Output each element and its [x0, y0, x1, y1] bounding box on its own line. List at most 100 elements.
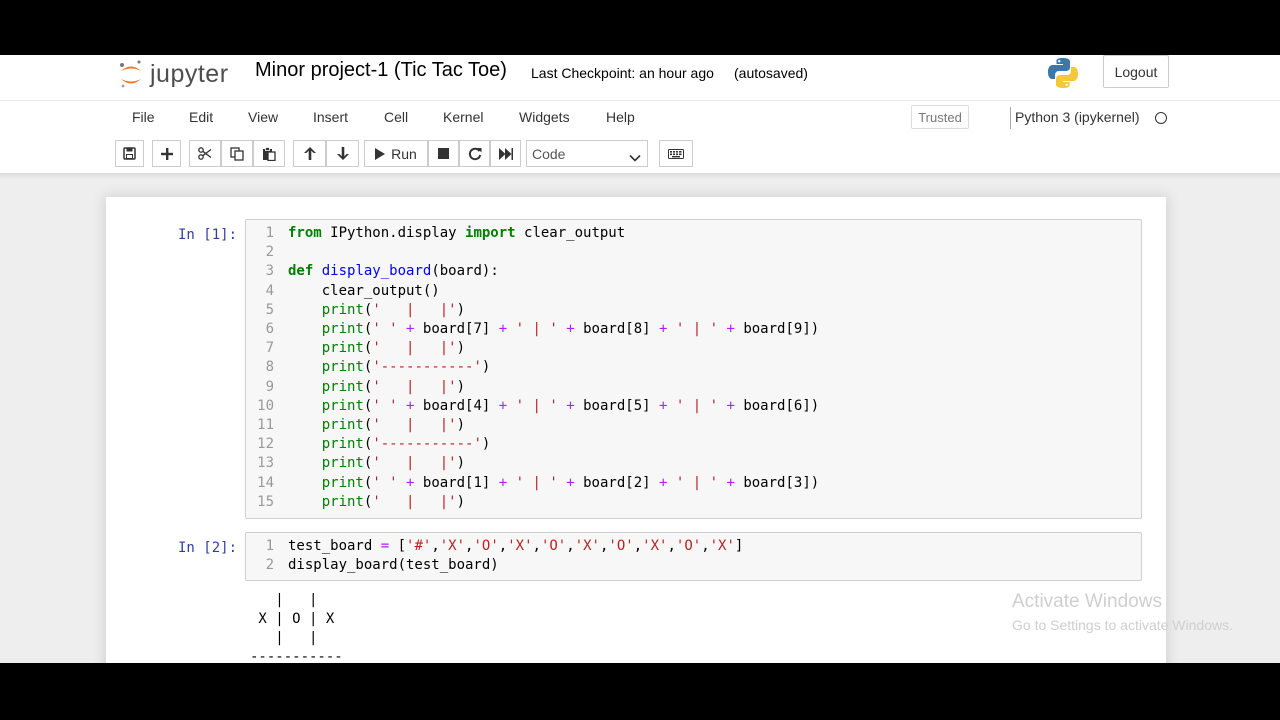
cell-1-code-input[interactable]: 1 from IPython.display import clear_outpu…	[245, 219, 1142, 519]
output-line: -----------	[250, 649, 343, 663]
code-line[interactable]: 6 print(' ' + board[7] + ' | ' + board[8…	[246, 320, 1141, 339]
code-text: print(' | |')	[321, 493, 466, 510]
line-number: 1	[265, 225, 274, 241]
menu-view[interactable]: View	[248, 109, 278, 125]
run-icon	[375, 147, 386, 160]
cell-type-select[interactable]: Code	[526, 140, 648, 167]
line-number: 13	[257, 455, 274, 472]
code-text: def display_board(board):	[288, 263, 499, 280]
menu-file[interactable]: File	[132, 109, 155, 125]
code-line[interactable]: 8 print('-----------')	[246, 358, 1141, 377]
menu-kernel[interactable]: Kernel	[443, 109, 483, 125]
code-line[interactable]: 11 print(' | |')	[246, 416, 1141, 435]
move-up-button[interactable]	[293, 140, 326, 167]
code-text: print(' | |')	[321, 301, 466, 318]
line-number: 6	[265, 321, 274, 337]
code-line[interactable]: 3 def display_board(board):	[246, 262, 1141, 281]
paste-icon	[262, 146, 276, 161]
interrupt-button[interactable]	[428, 140, 459, 167]
menubar: File Edit View Insert Cell Kernel Widget…	[0, 100, 1280, 134]
kernel-divider	[1010, 107, 1011, 129]
code-text: print(' | |')	[321, 417, 466, 433]
cell-1-prompt: In [1]:	[178, 227, 238, 243]
line-number: 2	[265, 244, 274, 261]
code-text: print('-----------')	[321, 359, 491, 376]
copy-icon	[230, 146, 244, 161]
checkpoint-status: Last Checkpoint: an hour ago	[531, 65, 714, 81]
code-line[interactable]: 1 test_board = ['#','X','O','X','O','X','…	[246, 537, 1141, 556]
code-line[interactable]: 9 print(' | |')	[246, 378, 1141, 397]
code-text: display_board(test_board)	[288, 557, 499, 574]
copy-button[interactable]	[221, 140, 253, 167]
line-number: 11	[257, 417, 274, 433]
output-line: | |	[250, 592, 318, 608]
line-number: 7	[265, 340, 274, 357]
code-text: print('-----------')	[321, 436, 491, 453]
menu-edit[interactable]: Edit	[189, 109, 213, 125]
jupyter-logo[interactable]: jupyter	[118, 57, 229, 91]
line-number: 8	[265, 359, 274, 376]
code-line[interactable]: 13 print(' | |')	[246, 454, 1141, 473]
code-line[interactable]: 7 print(' | |')	[246, 339, 1141, 358]
cut-icon	[198, 147, 212, 160]
activate-windows-subtitle: Go to Settings to activate Windows.	[1012, 617, 1233, 633]
menu-cell[interactable]: Cell	[384, 109, 408, 125]
code-text: from IPython.display import clear_output	[288, 225, 626, 241]
kernel-name[interactable]: Python 3 (ipykernel)	[1015, 109, 1140, 125]
cut-button[interactable]	[189, 140, 221, 167]
restart-run-all-button[interactable]	[490, 140, 521, 167]
code-text: print(' | |')	[321, 378, 466, 395]
code-line[interactable]: 4 clear_output()	[246, 282, 1141, 301]
line-number: 14	[257, 474, 274, 491]
code-text: clear_output()	[288, 282, 440, 299]
line-number: 9	[265, 378, 274, 395]
trusted-indicator[interactable]: Trusted	[911, 105, 969, 129]
cell-type-value: Code	[532, 145, 566, 162]
notebook-title[interactable]: Minor project-1 (Tic Tac Toe)	[255, 59, 507, 82]
output-line: X | O | X	[250, 611, 335, 627]
move-down-button[interactable]	[326, 140, 359, 167]
code-line[interactable]: 1 from IPython.display import clear_outpu…	[246, 224, 1141, 243]
cell-2-prompt: In [2]:	[178, 540, 238, 556]
line-number: 3	[265, 263, 274, 280]
menu-help[interactable]: Help	[606, 109, 635, 125]
code-line[interactable]: 12 print('-----------')	[246, 435, 1141, 454]
autosave-status: (autosaved)	[734, 65, 808, 81]
paste-button[interactable]	[253, 140, 285, 167]
kernel-idle-icon	[1155, 112, 1167, 124]
insert-cell-button[interactable]	[152, 140, 181, 167]
plus-icon	[160, 147, 173, 160]
code-line[interactable]: 2 display_board(test_board)	[246, 556, 1141, 575]
arrow-down-icon	[336, 147, 349, 160]
line-number: 5	[265, 301, 274, 318]
logout-button[interactable]: Logout	[1103, 55, 1169, 88]
code-line[interactable]: 14 print(' ' + board[1] + ' | ' + board[…	[246, 474, 1141, 493]
restart-kernel-button[interactable]	[459, 140, 490, 167]
cell-2-output: | | X | O | X | | -----------	[250, 591, 343, 663]
code-text: test_board = ['#','X','O','X','O','X','O…	[288, 538, 744, 554]
menu-widgets[interactable]: Widgets	[519, 109, 570, 125]
code-line[interactable]: 2	[246, 243, 1141, 262]
chevron-down-icon	[629, 149, 641, 165]
run-button[interactable]: Run	[364, 140, 428, 167]
jupyter-logo-icon	[118, 58, 144, 90]
line-number: 10	[257, 397, 274, 414]
toolbar: Run Code	[0, 133, 1280, 173]
jupyter-window: jupyter Minor project-1 (Tic Tac Toe) La…	[0, 55, 1280, 663]
line-number: 1	[265, 538, 274, 554]
line-number: 4	[265, 282, 274, 299]
run-label: Run	[391, 145, 417, 162]
save-button[interactable]	[115, 140, 144, 167]
menu-insert[interactable]: Insert	[313, 109, 348, 125]
code-line[interactable]: 15 print(' | |')	[246, 493, 1141, 512]
line-number: 15	[257, 493, 274, 510]
code-text: print(' ' + board[7] + ' | ' + board[8] …	[321, 321, 820, 337]
code-line[interactable]: 10 print(' ' + board[4] + ' | ' + board[…	[246, 397, 1141, 416]
command-palette-button[interactable]	[659, 140, 693, 167]
code-text: print(' | |')	[321, 455, 466, 472]
arrow-up-icon	[303, 147, 316, 160]
cell-2-code-input[interactable]: 1 test_board = ['#','X','O','X','O','X','…	[245, 532, 1142, 581]
activate-windows-title: Activate Windows	[1012, 591, 1162, 612]
line-number: 2	[265, 557, 274, 574]
code-line[interactable]: 5 print(' | |')	[246, 301, 1141, 320]
